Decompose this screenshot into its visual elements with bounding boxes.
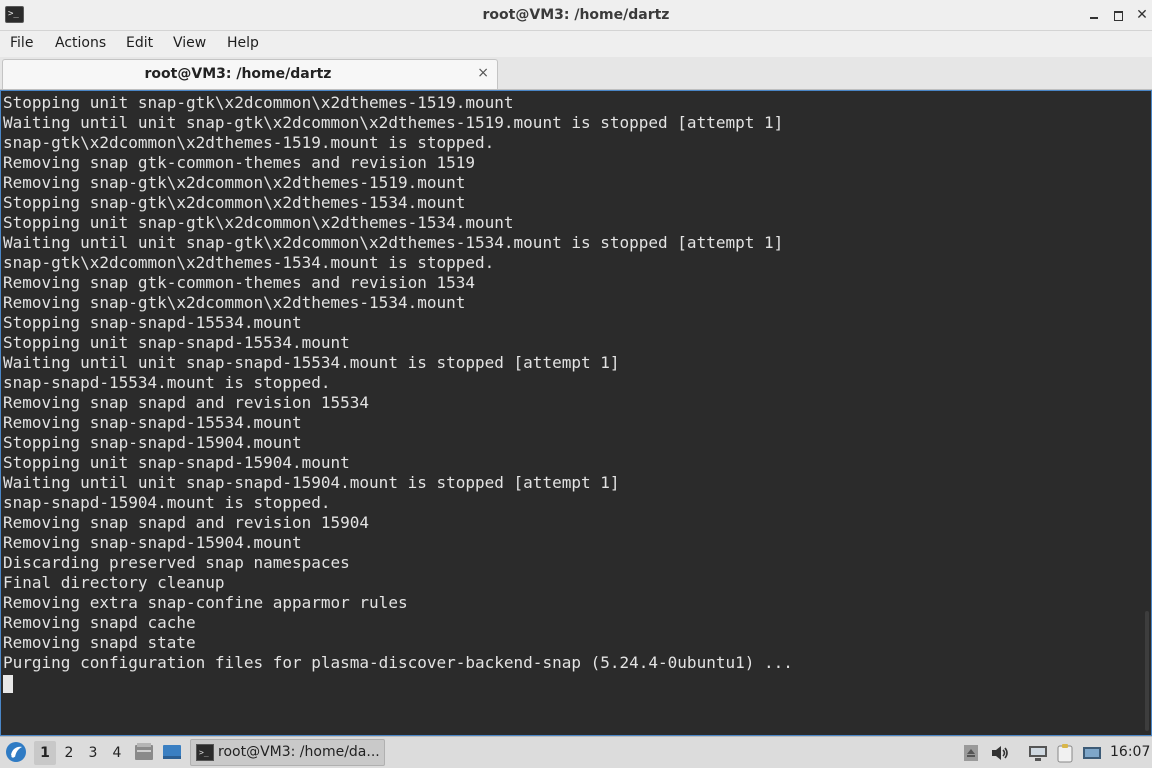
terminal-line: Removing snapd cache (3, 613, 196, 632)
title-bar[interactable]: >_ root@VM3: /home/dartz ✕ (0, 0, 1152, 31)
show-desktop-icon[interactable] (162, 742, 182, 762)
menu-actions[interactable]: Actions (55, 31, 106, 57)
terminal-line: Removing extra snap-confine apparmor rul… (3, 593, 408, 612)
terminal-line: Stopping snap-snapd-15904.mount (3, 433, 302, 452)
menu-view[interactable]: View (173, 31, 206, 57)
eject-icon[interactable] (962, 743, 980, 763)
workspace-1[interactable]: 1 (34, 741, 56, 765)
close-icon: ✕ (1136, 7, 1148, 23)
workspace-3[interactable]: 3 (82, 741, 104, 765)
terminal-line: Waiting until unit snap-gtk\x2dcommon\x2… (3, 233, 784, 252)
terminal-line: snap-snapd-15534.mount is stopped. (3, 373, 331, 392)
terminal-line: Removing snap snapd and revision 15534 (3, 393, 370, 412)
terminal-line: Stopping unit snap-gtk\x2dcommon\x2dthem… (3, 93, 514, 112)
terminal-line: Stopping snap-gtk\x2dcommon\x2dthemes-15… (3, 193, 466, 212)
clock[interactable]: 16:07 (1110, 737, 1150, 768)
task-label: root@VM3: /home/da... (218, 744, 380, 760)
menu-file[interactable]: File (10, 31, 33, 57)
terminal-line: Removing snap-gtk\x2dcommon\x2dthemes-15… (3, 293, 466, 312)
terminal-line: snap-gtk\x2dcommon\x2dthemes-1519.mount … (3, 133, 495, 152)
workspace-2[interactable]: 2 (58, 741, 80, 765)
terminal-task-icon: >_ (196, 744, 214, 761)
terminal-line: Stopping unit snap-gtk\x2dcommon\x2dthem… (3, 213, 514, 232)
maximize-icon (1113, 10, 1123, 21)
file-manager-icon[interactable] (134, 742, 154, 762)
network-icon[interactable] (1028, 743, 1048, 763)
volume-icon[interactable] (990, 743, 1010, 763)
terminal-line: Removing snap gtk-common-themes and revi… (3, 273, 476, 292)
maximize-button[interactable] (1108, 5, 1128, 25)
terminal-line: Stopping unit snap-snapd-15904.mount (3, 453, 350, 472)
terminal-line: Stopping unit snap-snapd-15534.mount (3, 333, 350, 352)
task-terminal-button[interactable]: >_ root@VM3: /home/da... (190, 739, 385, 766)
menu-bar: File Actions Edit View Help (0, 31, 1152, 57)
tab-close-icon[interactable]: × (477, 60, 489, 88)
terminal-line: Purging configuration files for plasma-d… (3, 653, 793, 672)
terminal-lines: Stopping unit snap-gtk\x2dcommon\x2dthem… (3, 93, 793, 693)
taskbar: 1 2 3 4 >_ root@VM3: /home/da... 16:07 (0, 736, 1152, 768)
terminal-line: Waiting until unit snap-snapd-15904.moun… (3, 473, 620, 492)
terminal-prompt-line[interactable] (3, 673, 793, 693)
terminal-line: snap-gtk\x2dcommon\x2dthemes-1534.mount … (3, 253, 495, 272)
display-icon[interactable] (1082, 743, 1102, 763)
clipboard-icon[interactable] (1055, 743, 1075, 763)
menu-edit[interactable]: Edit (126, 31, 153, 57)
terminal-line: Final directory cleanup (3, 573, 225, 592)
tab-bar: root@VM3: /home/dartz × (0, 57, 1152, 90)
terminal-line: Discarding preserved snap namespaces (3, 553, 350, 572)
minimize-button[interactable] (1084, 5, 1104, 25)
terminal-line: Stopping snap-snapd-15534.mount (3, 313, 302, 332)
text-cursor (3, 674, 13, 693)
start-menu-button[interactable] (4, 740, 28, 764)
workspace-4[interactable]: 4 (106, 741, 128, 765)
terminal-line: Waiting until unit snap-snapd-15534.moun… (3, 353, 620, 372)
terminal-scrollbar[interactable] (1145, 611, 1149, 731)
terminal-line: Waiting until unit snap-gtk\x2dcommon\x2… (3, 113, 784, 132)
terminal-line: snap-snapd-15904.mount is stopped. (3, 493, 331, 512)
lubuntu-logo-icon (6, 742, 26, 762)
terminal-line: Removing snap snapd and revision 15904 (3, 513, 370, 532)
tab-label: root@VM3: /home/dartz (144, 66, 332, 82)
terminal-output[interactable]: Stopping unit snap-gtk\x2dcommon\x2dthem… (0, 90, 1152, 736)
terminal-line: Removing snap-gtk\x2dcommon\x2dthemes-15… (3, 173, 466, 192)
terminal-line: Removing snap-snapd-15904.mount (3, 533, 302, 552)
minimize-icon (1090, 16, 1098, 19)
tab-terminal[interactable]: root@VM3: /home/dartz × (2, 59, 498, 89)
terminal-line: Removing snap gtk-common-themes and revi… (3, 153, 476, 172)
close-button[interactable]: ✕ (1132, 5, 1152, 25)
menu-help[interactable]: Help (227, 31, 259, 57)
terminal-line: Removing snap-snapd-15534.mount (3, 413, 302, 432)
terminal-line: Removing snapd state (3, 633, 196, 652)
window-title: root@VM3: /home/dartz (482, 7, 670, 23)
